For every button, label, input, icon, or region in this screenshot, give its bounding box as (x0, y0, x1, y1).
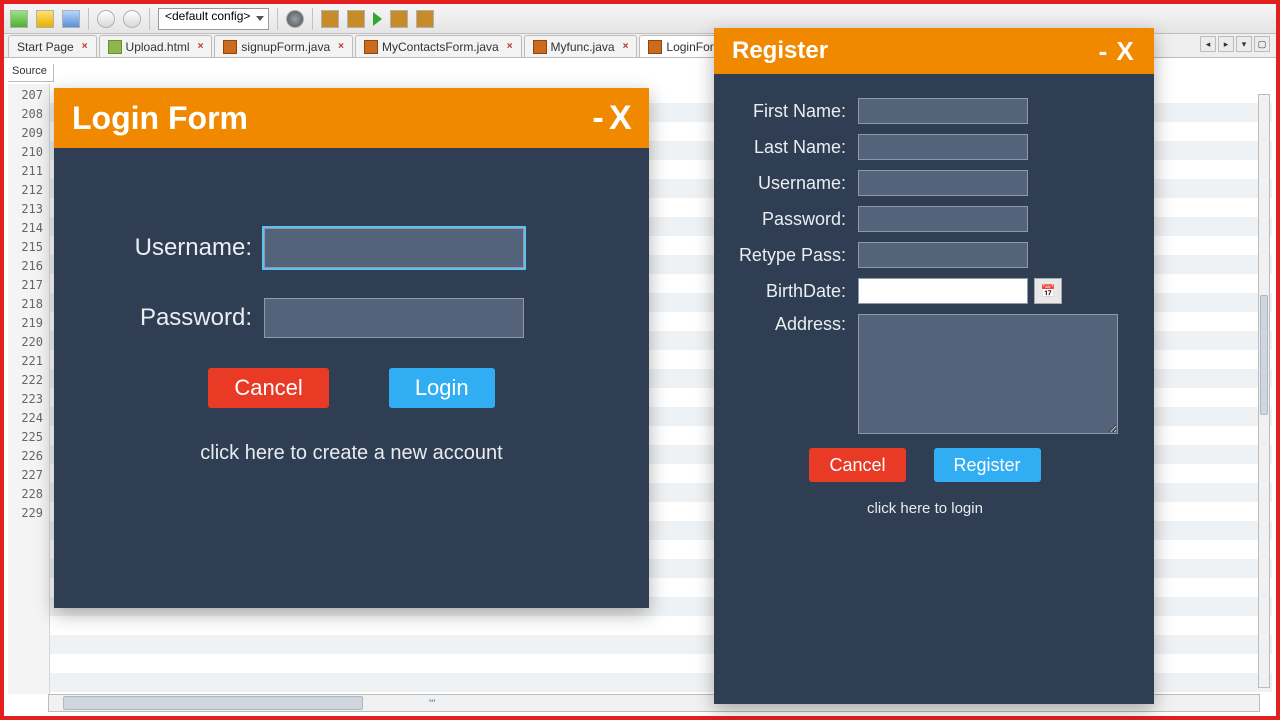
tabs-dropdown-icon[interactable]: ▾ (1236, 36, 1252, 52)
register-titlebar[interactable]: Register - X (714, 28, 1154, 74)
tabs-scroll-left-icon[interactable]: ◂ (1200, 36, 1216, 52)
run-config-value: <default config> (165, 9, 250, 23)
register-form-window: Register - X First Name: Last Name: User… (714, 28, 1154, 704)
new-file-icon[interactable] (10, 10, 28, 28)
html-file-icon (108, 40, 122, 54)
close-icon[interactable]: × (198, 41, 204, 52)
password-label: Password: (94, 304, 264, 332)
last-name-input[interactable] (858, 134, 1028, 160)
toolbar-separator (88, 8, 89, 30)
tab-label: Start Page (17, 40, 74, 54)
run-icon[interactable] (373, 12, 382, 26)
reg-password-input[interactable] (858, 206, 1028, 232)
login-form-window: Login Form - X Username: Password: Cance… (54, 88, 649, 608)
reg-username-input[interactable] (858, 170, 1028, 196)
maximize-editor-icon[interactable]: ▢ (1254, 36, 1270, 52)
birthdate-input[interactable] (858, 278, 1028, 304)
line-number-gutter: 207 208 209 210 211 212 213 214 215 216 … (8, 84, 50, 694)
run-config-select[interactable]: <default config> (158, 8, 269, 30)
reg-cancel-button[interactable]: Cancel (809, 448, 905, 482)
username-label: Username: (94, 234, 264, 262)
java-file-icon (223, 40, 237, 54)
tab-label: signupForm.java (241, 40, 330, 54)
create-account-link[interactable]: click here to create a new account (94, 442, 609, 465)
java-file-icon (364, 40, 378, 54)
redo-icon[interactable] (123, 10, 141, 28)
scrollbar-marker-icon: ''' (429, 698, 435, 710)
java-file-icon (533, 40, 547, 54)
undo-icon[interactable] (97, 10, 115, 28)
profile-icon[interactable] (416, 10, 434, 28)
tab-label: Upload.html (126, 40, 190, 54)
address-label: Address: (718, 314, 858, 335)
close-icon[interactable]: × (507, 41, 513, 52)
address-input[interactable] (858, 314, 1118, 434)
reg-username-label: Username: (718, 173, 858, 194)
tab-upload-html[interactable]: Upload.html × (99, 35, 213, 57)
calendar-picker-icon[interactable]: 📅 (1034, 278, 1062, 304)
reg-password-label: Password: (718, 209, 858, 230)
retype-pass-label: Retype Pass: (718, 245, 858, 266)
tab-label: Myfunc.java (551, 40, 615, 54)
username-input[interactable] (264, 228, 524, 268)
close-icon[interactable]: × (623, 41, 629, 52)
chevron-down-icon (256, 16, 264, 21)
login-button[interactable]: Login (389, 368, 495, 408)
login-titlebar[interactable]: Login Form - X (54, 88, 649, 148)
open-file-icon[interactable] (36, 10, 54, 28)
close-icon[interactable]: × (82, 41, 88, 52)
toolbar-separator (312, 8, 313, 30)
toolbar-separator (277, 8, 278, 30)
last-name-label: Last Name: (718, 137, 858, 158)
tabs-scroll-right-icon[interactable]: ▸ (1218, 36, 1234, 52)
password-input[interactable] (264, 298, 524, 338)
java-file-icon (648, 40, 662, 54)
tab-start-page[interactable]: Start Page × (8, 35, 97, 57)
debug-icon[interactable] (390, 10, 408, 28)
register-button[interactable]: Register (934, 448, 1041, 482)
minimize-icon[interactable]: - (1092, 36, 1114, 67)
minimize-icon[interactable]: - (587, 99, 609, 138)
globe-icon[interactable] (286, 10, 304, 28)
scrollbar-thumb[interactable] (1260, 295, 1268, 415)
save-all-icon[interactable] (62, 10, 80, 28)
close-icon[interactable]: X (609, 99, 631, 138)
close-icon[interactable]: × (338, 41, 344, 52)
tab-myfunc-java[interactable]: Myfunc.java × (524, 35, 638, 57)
scrollbar-thumb[interactable] (63, 696, 363, 710)
birthdate-label: BirthDate: (718, 281, 858, 302)
cancel-button[interactable]: Cancel (208, 368, 328, 408)
toolbar-separator (149, 8, 150, 30)
first-name-label: First Name: (718, 101, 858, 122)
tab-label: MyContactsForm.java (382, 40, 499, 54)
login-link[interactable]: click here to login (718, 500, 1132, 517)
first-name-input[interactable] (858, 98, 1028, 124)
vertical-scrollbar[interactable] (1258, 94, 1270, 688)
retype-pass-input[interactable] (858, 242, 1028, 268)
clean-build-icon[interactable] (347, 10, 365, 28)
login-title: Login Form (72, 100, 587, 137)
register-title: Register (732, 37, 1092, 65)
tab-signupform-java[interactable]: signupForm.java × (214, 35, 353, 57)
tab-mycontactsform-java[interactable]: MyContactsForm.java × (355, 35, 522, 57)
build-icon[interactable] (321, 10, 339, 28)
close-icon[interactable]: X (1114, 36, 1136, 67)
source-view-tab[interactable]: Source (8, 64, 54, 82)
